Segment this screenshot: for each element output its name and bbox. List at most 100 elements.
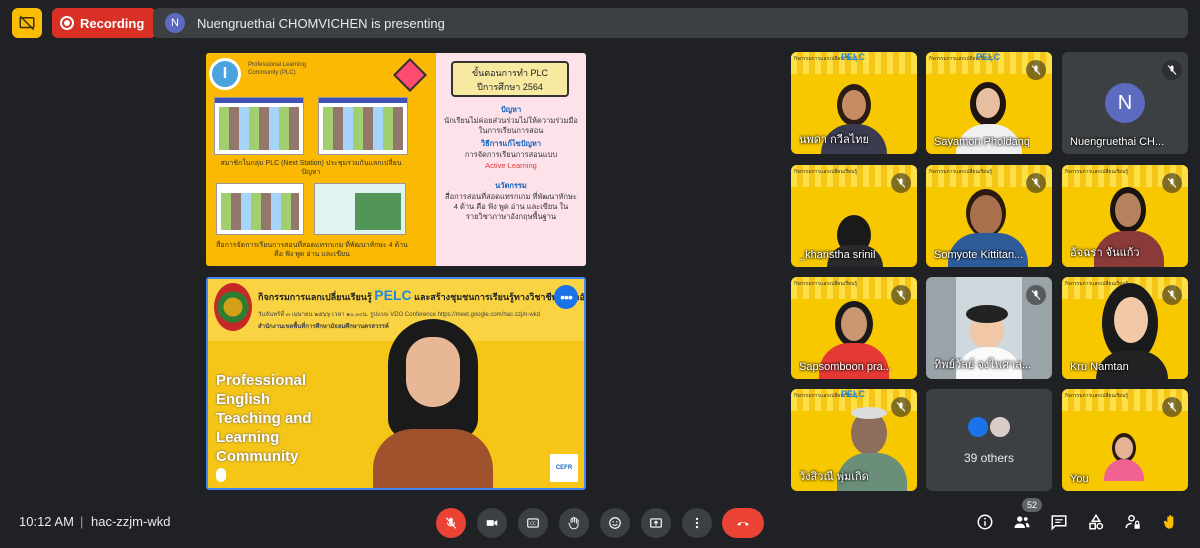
emoji-icon	[609, 517, 621, 529]
presenting-banner: N Nuengruethai CHOMVICHEN is presenting	[153, 8, 1188, 38]
participant-name: You	[1070, 473, 1089, 485]
info-icon	[977, 514, 993, 530]
meeting-code[interactable]: hac-zzjm-wkd	[91, 514, 170, 529]
participant-name: วังสิวณี พุ่มเกิด	[799, 471, 869, 483]
participant-tile[interactable]: กิจกรรมการแลกเปลี่ยนเรียนรู้ _kharistha …	[791, 165, 917, 267]
participant-name: Nuengruethai CH...	[1070, 136, 1165, 148]
mic-off-icon	[1162, 173, 1182, 193]
slide-screenshot-1	[214, 97, 304, 155]
recording-indicator[interactable]: Recording	[52, 8, 157, 38]
banner-line-1: วันจันทร์ที่ ๓ เมษายน ๒๕๖๖ เวลา ๑๐.๐๐น. …	[258, 312, 540, 318]
callout-line-2: ปีการศึกษา 2564	[477, 82, 543, 92]
participant-avatar: N	[1105, 83, 1145, 123]
others-count-label: 39 others	[963, 451, 1015, 465]
problem-text: นักเรียนไม่ค่อยส่วนร่วมไม่ให้ความร่วมมือ…	[444, 116, 578, 135]
innovation-heading: นวัตกรรม	[495, 181, 527, 190]
others-avatar-1	[966, 415, 990, 439]
solution-text: การจัดการเรียนการสอนแบบ	[464, 150, 558, 159]
participant-tile[interactable]: กิจกรรมการแลกเปลี่ยนเรียนรู้ Somyote Kit…	[926, 165, 1052, 267]
mic-off-icon	[1026, 173, 1046, 193]
participant-tile[interactable]: กิจกรรมการแลกเปลี่ยนเรียนรู้ PELC วังสิวณ…	[791, 389, 917, 491]
slide-callout: ขั้นตอนการทำ PLC ปีการศึกษา 2564	[451, 61, 569, 97]
participant-tile[interactable]: N Nuengruethai CH...	[1062, 52, 1188, 154]
mic-off-icon	[1162, 60, 1182, 80]
lock-person-icon	[1125, 514, 1140, 529]
people-button[interactable]	[1010, 510, 1034, 534]
record-icon	[60, 16, 74, 30]
hand-icon	[568, 516, 579, 530]
featured-video-tile[interactable]: กิจกรรมการแลกเปลี่ยนเรียนรู้ PELC และสร้…	[206, 277, 586, 490]
slide-screenshot-3	[216, 183, 304, 235]
mic-off-icon	[891, 285, 911, 305]
solution-heading: วิธีการแก้ไขปัญหา	[480, 139, 542, 148]
captions-button[interactable]: CC	[518, 508, 548, 538]
others-tile[interactable]: 39 others	[926, 389, 1052, 491]
participant-tile[interactable]: กิจกรรมการแลกเปลี่ยนเรียนรู้ PELC Sayamon…	[926, 52, 1052, 154]
mic-off-icon	[1162, 397, 1182, 417]
callout-line-1: ขั้นตอนการทำ PLC	[471, 68, 549, 78]
camera-icon	[486, 520, 498, 526]
self-tile[interactable]: กิจกรรมการแลกเปลี่ยนเรียนรู้ You	[1062, 389, 1188, 491]
present-screen-icon	[650, 518, 662, 528]
participant-name: Somyote Kittitan...	[934, 249, 1024, 261]
host-controls-button[interactable]	[1121, 510, 1145, 534]
mic-off-icon	[445, 517, 457, 529]
more-options-button[interactable]: •••	[554, 285, 578, 309]
hang-up-icon	[737, 521, 749, 526]
people-icon	[1014, 516, 1030, 528]
camera-toggle-button[interactable]	[477, 508, 507, 538]
captions-off-button[interactable]	[12, 8, 42, 38]
svg-text:CC: CC	[530, 521, 536, 526]
microphone-toggle-button[interactable]	[436, 508, 466, 538]
chat-button[interactable]	[1047, 510, 1071, 534]
tile-band-text: กิจกรรมการแลกเปลี่ยนเรียนรู้	[794, 281, 858, 287]
present-button[interactable]	[641, 508, 671, 538]
hand-icon	[1163, 515, 1174, 529]
raise-hand-button[interactable]	[559, 508, 589, 538]
mic-off-icon	[1162, 285, 1182, 305]
participant-name: อัจฉรา จันแก้ว	[1070, 247, 1140, 259]
tile-pelc: PELC	[841, 389, 866, 399]
participant-name: Kru Namtan	[1070, 361, 1129, 373]
presenter-avatar: N	[165, 13, 185, 33]
participant-name: Sayamon Pholdang	[934, 136, 1031, 148]
mic-off-icon	[891, 397, 911, 417]
reactions-button[interactable]	[600, 508, 630, 538]
participants-count-badge: 52	[1022, 498, 1043, 512]
chat-icon	[1051, 515, 1067, 531]
more-vert-icon	[695, 517, 699, 529]
presenting-text: Nuengruethai CHOMVICHEN is presenting	[197, 15, 445, 31]
clock: 10:12 AM	[19, 514, 74, 529]
slide-plc-label: Professional Learning Community (PLC)	[248, 62, 307, 76]
slide-caption-2: สื่อการจัดการเรียนการสอนที่สอดแทรกเกม ที…	[216, 242, 408, 258]
others-avatar-2	[988, 415, 1012, 439]
raised-hand-indicator[interactable]	[1158, 510, 1182, 534]
participant-name: _kharistha srinil	[799, 249, 876, 261]
leave-call-button[interactable]	[722, 508, 764, 538]
participant-tile[interactable]: ทิพย์วัลย์ จงไพศาล...	[926, 277, 1052, 379]
recording-label: Recording	[80, 15, 145, 31]
participant-tile[interactable]: กิจกรรมการแลกเปลี่ยนเรียนรู้ อัจฉรา จันแ…	[1062, 165, 1188, 267]
banner-title-prefix: กิจกรรมการแลกเปลี่ยนเรียนรู้	[258, 292, 372, 302]
video-banner-title: กิจกรรมการแลกเปลี่ยนเรียนรู้ PELC และสร้…	[258, 287, 584, 304]
participant-tile[interactable]: กิจกรรมการแลกเปลี่ยนเรียนรู้ PELC นพดา กว…	[791, 52, 917, 154]
meeting-info-button[interactable]	[973, 510, 997, 534]
participant-tile[interactable]: กิจกรรมการแลกเปลี่ยนเรียนรู้ Sapsomboon …	[791, 277, 917, 379]
participant-name: นพดา กวีลไทย	[799, 134, 869, 146]
emblem-logo	[214, 283, 252, 331]
captions-icon: CC	[527, 518, 539, 528]
activities-button[interactable]	[1084, 510, 1108, 534]
slide-screenshot-4	[314, 183, 406, 235]
video-overlay-text: Professional English Teaching and Learni…	[216, 372, 312, 465]
banner-pelc: PELC	[374, 287, 412, 303]
innovation-text: สื่อการสอนที่สอดแทรกเกม ที่พัฒนาทักษะ 4 …	[445, 192, 577, 221]
mic-off-icon	[1026, 285, 1046, 305]
more-options-button[interactable]	[682, 508, 712, 538]
meet-window: Recording N Nuengruethai CHOMVICHEN is p…	[0, 0, 1200, 548]
slide-caption-1: สมาชิกในกลุ่ม PLC (Next Station) ประชุมร…	[220, 160, 402, 176]
problem-heading: ปัญหา	[500, 105, 522, 114]
mic-off-icon	[1026, 60, 1046, 80]
participant-tile[interactable]: กิจกรรมการแลกเปลี่ยนเรียนรู้ Kru Namtan	[1062, 277, 1188, 379]
mic-icon	[216, 468, 226, 482]
tile-pelc: PELC	[841, 52, 866, 62]
